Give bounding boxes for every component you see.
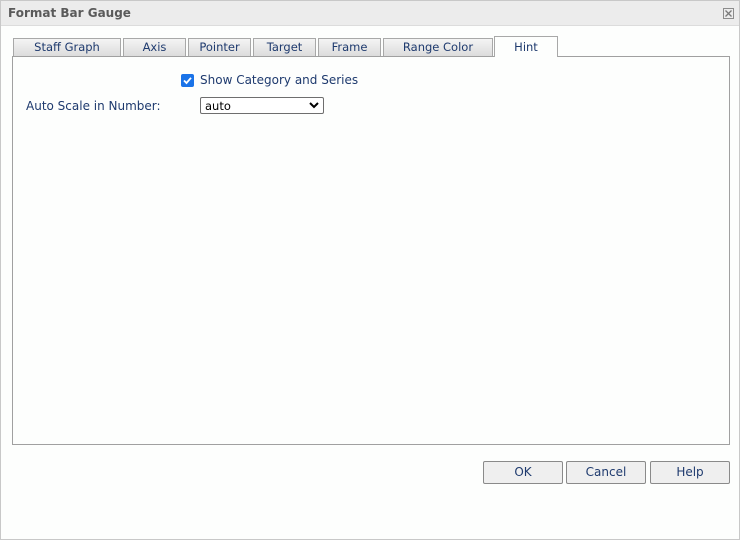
tab-pointer[interactable]: Pointer: [188, 38, 251, 57]
tab-axis[interactable]: Axis: [123, 38, 186, 57]
auto-scale-value: auto: [205, 99, 231, 113]
auto-scale-select[interactable]: auto: [200, 97, 324, 114]
ok-button[interactable]: OK: [483, 461, 563, 484]
close-button[interactable]: [723, 8, 734, 19]
auto-scale-label: Auto Scale in Number:: [26, 99, 161, 113]
tab-frame[interactable]: Frame: [318, 38, 381, 57]
show-category-series-checkbox[interactable]: [181, 74, 194, 87]
chevron-down-icon: [309, 102, 319, 109]
dialog-title: Format Bar Gauge: [8, 6, 131, 20]
checkmark-icon: [183, 77, 192, 85]
tab-target[interactable]: Target: [253, 38, 316, 57]
cancel-button[interactable]: Cancel: [566, 461, 646, 484]
tab-staff-graph[interactable]: Staff Graph: [13, 38, 121, 57]
title-bar: Format Bar Gauge: [1, 1, 739, 26]
tab-range-color[interactable]: Range Color: [383, 38, 493, 57]
help-button[interactable]: Help: [650, 461, 730, 484]
format-bar-gauge-dialog: Format Bar Gauge Staff Graph Axis Pointe…: [0, 0, 740, 540]
close-icon: [725, 10, 732, 17]
hint-panel: [12, 56, 730, 445]
show-category-series-label: Show Category and Series: [200, 73, 359, 87]
tab-hint[interactable]: Hint: [494, 36, 558, 57]
